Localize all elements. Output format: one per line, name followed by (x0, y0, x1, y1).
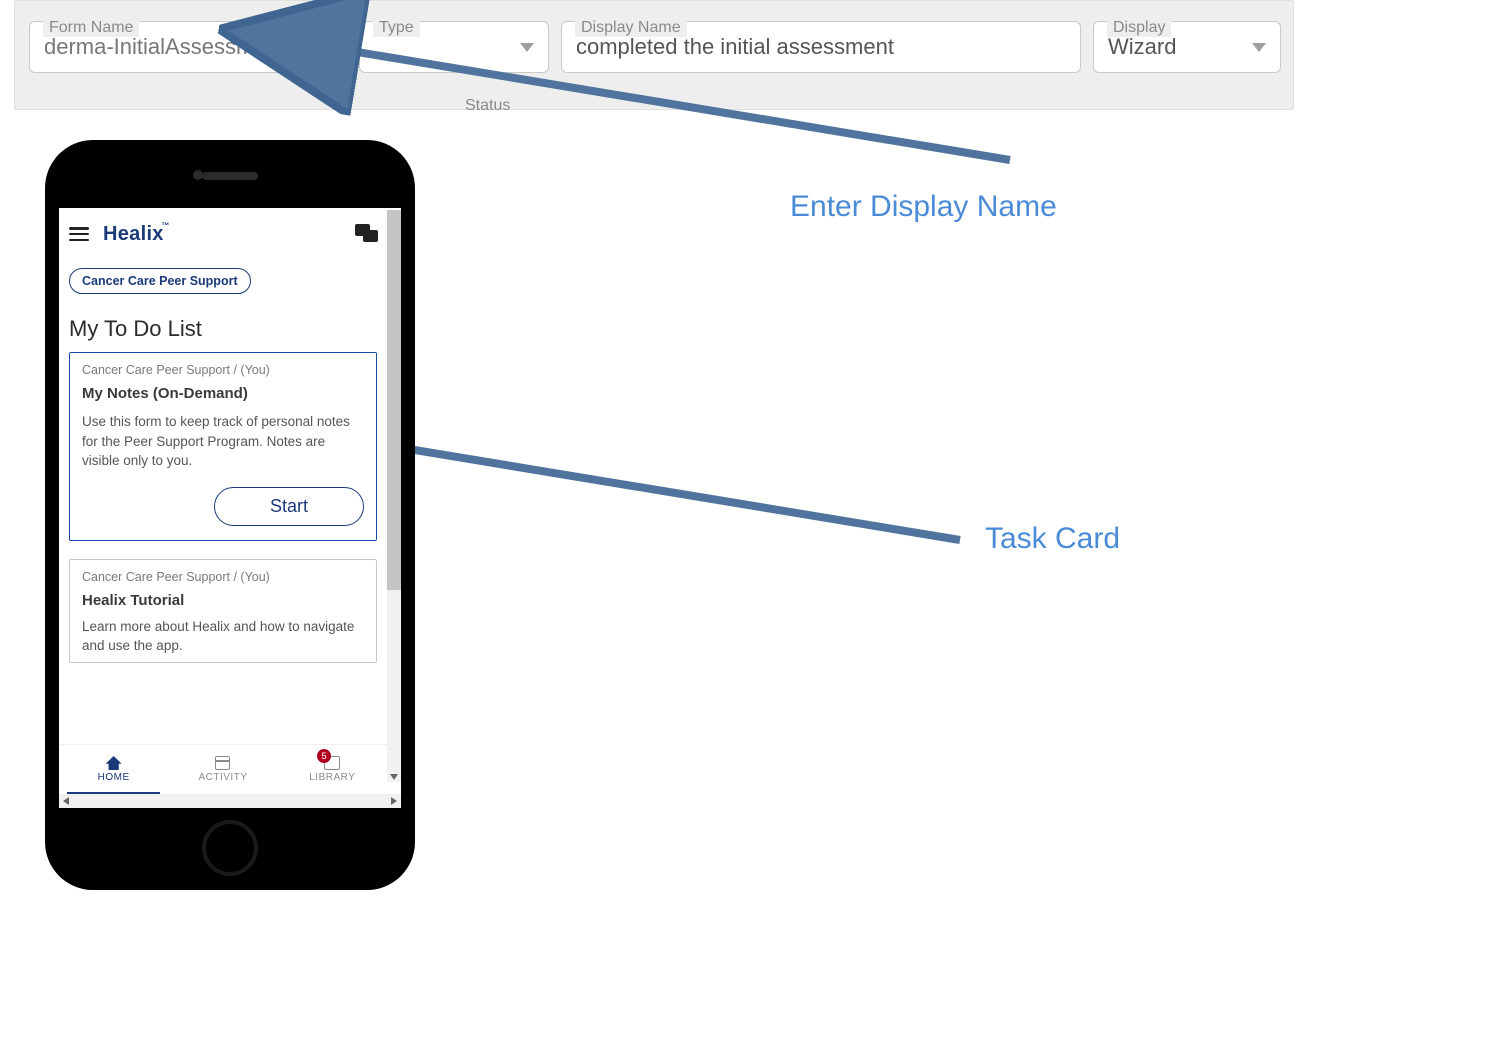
display-value: Wizard (1108, 34, 1176, 60)
tutorial-card-title: Healix Tutorial (82, 592, 364, 609)
type-field: Type (359, 21, 549, 73)
chevron-down-icon (1252, 43, 1266, 52)
display-name-label: Display Name (575, 19, 687, 37)
library-icon: 5 (324, 756, 340, 770)
task-card-desc: Use this form to keep track of personal … (82, 412, 364, 471)
brand-logo: Healix™ (103, 223, 164, 246)
start-button[interactable]: Start (214, 487, 364, 526)
nav-library-label: LIBRARY (309, 772, 355, 783)
home-icon (106, 756, 122, 770)
nav-home[interactable]: HOME (59, 745, 168, 794)
scroll-right-icon[interactable] (391, 797, 397, 805)
form-name-label: Form Name (43, 19, 139, 37)
scroll-thumb[interactable] (387, 210, 401, 590)
display-name-value: completed the initial assessment (576, 34, 894, 60)
calendar-icon (215, 756, 230, 770)
nav-activity-label: ACTIVITY (198, 772, 247, 783)
tutorial-card-desc: Learn more about Healix and how to navig… (82, 617, 364, 656)
task-card-breadcrumb: Cancer Care Peer Support / (You) (82, 363, 364, 377)
scroll-left-icon[interactable] (63, 797, 69, 805)
healix-app: Healix™ Cancer Care Peer Support My To D… (59, 208, 387, 794)
form-name-value: derma-InitialAssessment_ (44, 34, 297, 60)
phone-speaker (202, 172, 258, 180)
phone-mockup: Healix™ Cancer Care Peer Support My To D… (45, 140, 415, 890)
task-card-title: My Notes (On-Demand) (82, 385, 364, 402)
phone-screen: Healix™ Cancer Care Peer Support My To D… (59, 208, 401, 808)
caption-task-card: Task Card (985, 522, 1120, 556)
tutorial-card[interactable]: Cancer Care Peer Support / (You) Healix … (69, 559, 377, 663)
hamburger-icon[interactable] (69, 227, 89, 241)
horizontal-scrollbar[interactable] (59, 794, 401, 808)
form-name-field: derma-InitialAssessment_ Form Name (29, 21, 349, 73)
todo-heading: My To Do List (69, 316, 377, 342)
phone-home-button (202, 820, 258, 876)
display-field: Wizard Display (1093, 21, 1281, 73)
chevron-down-icon (520, 43, 534, 52)
type-label: Type (373, 19, 420, 37)
bottom-nav: HOME ACTIVITY 5 LIBRARY (59, 744, 387, 794)
nav-library[interactable]: 5 LIBRARY (278, 745, 387, 794)
nav-activity[interactable]: ACTIVITY (168, 745, 277, 794)
tutorial-card-breadcrumb: Cancer Care Peer Support / (You) (82, 570, 364, 584)
nav-home-label: HOME (98, 772, 130, 783)
program-chip[interactable]: Cancer Care Peer Support (69, 268, 251, 294)
display-label: Display (1107, 19, 1171, 37)
form-settings-bar: derma-InitialAssessment_ Form Name Type … (14, 0, 1294, 110)
app-header: Healix™ (69, 218, 377, 250)
chat-icon[interactable] (355, 224, 377, 244)
caption-display-name: Enter Display Name (790, 190, 1057, 224)
task-card[interactable]: Cancer Care Peer Support / (You) My Note… (69, 352, 377, 541)
display-name-field: completed the initial assessment Display… (561, 21, 1081, 73)
status-label: Status (465, 97, 510, 115)
vertical-scrollbar[interactable] (387, 210, 401, 782)
brand-text: Healix (103, 223, 164, 245)
scroll-down-icon[interactable] (390, 774, 398, 780)
library-badge: 5 (317, 749, 331, 763)
